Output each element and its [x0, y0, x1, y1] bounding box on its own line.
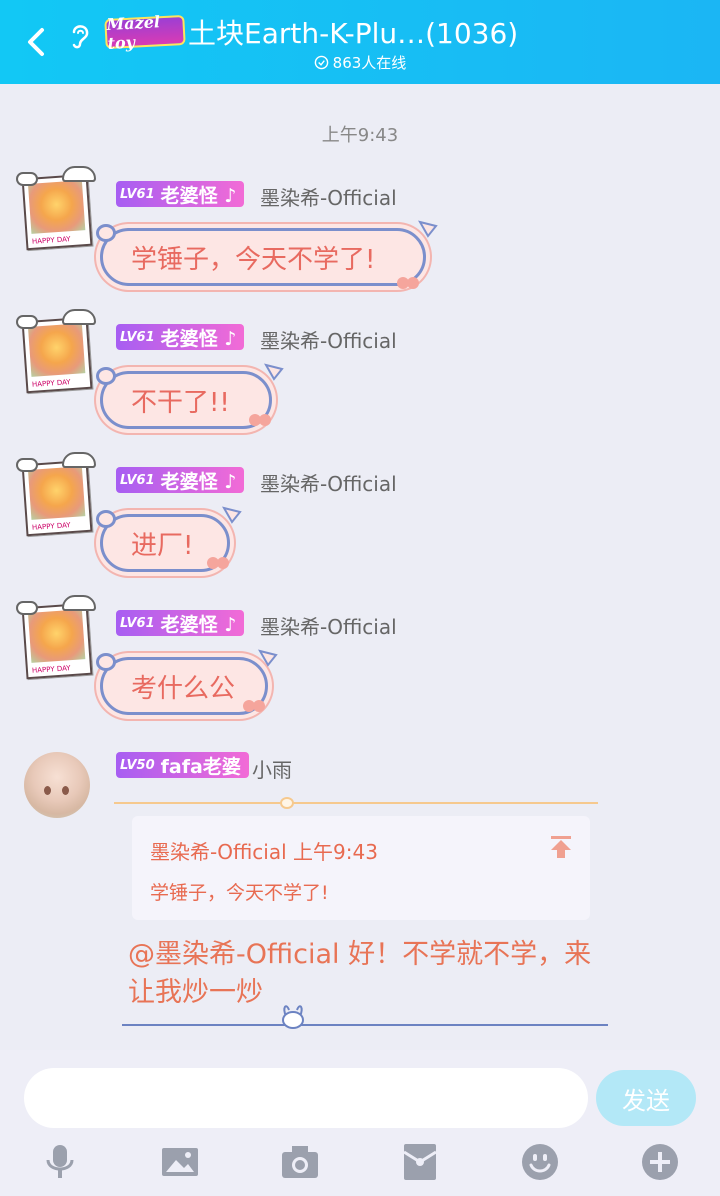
bubble-bottom-border	[122, 1024, 608, 1026]
bow-decoration	[418, 220, 438, 238]
bow-decoration	[258, 649, 278, 667]
sender-name[interactable]: 墨染希-Official	[260, 611, 397, 640]
cherry-decoration	[249, 414, 271, 426]
bow-decoration	[96, 653, 116, 671]
chat-header: Mazel toy 土块Earth-K-Plu…(1036) 863人在线	[0, 0, 720, 84]
sender-avatar[interactable]: HAPPY DAY	[16, 452, 98, 538]
quoted-text: 学锤子，今天不学了!	[150, 882, 329, 904]
sender-name[interactable]: 小雨	[252, 754, 292, 783]
bow-decoration	[264, 363, 284, 381]
bow-decoration	[96, 224, 116, 242]
cherry-decoration	[243, 700, 265, 712]
jump-to-original-icon[interactable]	[548, 834, 574, 860]
bow-decoration	[222, 506, 242, 524]
bow-decoration	[96, 367, 116, 385]
image-button[interactable]	[160, 1142, 200, 1182]
badge-level: LV61	[120, 615, 155, 631]
badge-level: LV50	[120, 757, 155, 773]
quoted-sender-time: 墨染希-Official 上午9:43	[150, 840, 378, 864]
bubble-ornament	[280, 797, 294, 809]
online-count: 863人在线	[0, 52, 720, 73]
badge-level: LV61	[120, 329, 155, 345]
badge-level: LV61	[120, 472, 155, 488]
check-circle-icon	[314, 55, 328, 70]
message-text: 学锤子，今天不学了!	[131, 244, 376, 275]
message-text: 考什么公	[131, 673, 236, 704]
bow-decoration	[96, 510, 116, 528]
message-bubble[interactable]: 学锤子，今天不学了!	[100, 228, 426, 286]
member-badge: LV61 老婆怪 ♪	[116, 467, 245, 493]
badge-title: 老婆怪 ♪	[160, 327, 237, 350]
message-timestamp: 上午9:43	[321, 125, 399, 146]
sender-avatar[interactable]: HAPPY DAY	[16, 309, 98, 395]
member-badge: LV61 老婆怪 ♪	[116, 324, 245, 350]
red-packet-icon	[403, 1144, 437, 1180]
plus-icon	[642, 1144, 678, 1180]
member-badge: LV61 老婆怪 ♪	[116, 610, 245, 636]
badge-title: fafa老婆	[160, 755, 241, 778]
microphone-button[interactable]	[40, 1142, 80, 1182]
cherry-decoration	[397, 277, 419, 289]
image-icon	[162, 1148, 198, 1176]
send-button[interactable]: 发送	[596, 1070, 696, 1126]
emoji-button[interactable]	[520, 1142, 560, 1182]
message-text: 不干了!!	[131, 387, 230, 418]
more-button[interactable]	[640, 1142, 680, 1182]
sender-name[interactable]: 墨染希-Official	[260, 325, 397, 354]
badge-level: LV61	[120, 186, 155, 202]
badge-title: 老婆怪 ♪	[160, 184, 237, 207]
online-count-text: 863人在线	[332, 54, 407, 72]
input-area: 发送	[0, 1050, 720, 1196]
badge-title: 老婆怪 ♪	[160, 613, 237, 636]
badge-title: 老婆怪 ♪	[160, 470, 237, 493]
member-badge: LV50 fafa老婆	[116, 752, 249, 778]
reply-message-text[interactable]: @墨染希-Official 好！不学就不学，来让我炒一炒	[128, 936, 598, 1012]
microphone-icon	[46, 1145, 74, 1178]
message-bubble[interactable]: 不干了!!	[100, 371, 272, 429]
emoji-icon	[522, 1144, 558, 1180]
sender-avatar[interactable]	[24, 752, 90, 818]
camera-button[interactable]	[280, 1142, 320, 1182]
cherry-decoration	[207, 557, 229, 569]
message-text: 进厂!	[131, 530, 194, 561]
sender-name[interactable]: 墨染希-Official	[260, 182, 397, 211]
group-logo: Mazel toy	[104, 12, 186, 53]
sender-name[interactable]: 墨染希-Official	[260, 468, 397, 497]
chat-title[interactable]: 土块Earth-K-Plu…(1036)	[188, 12, 518, 52]
input-toolbar	[0, 1142, 720, 1182]
sender-avatar[interactable]: HAPPY DAY	[16, 166, 98, 252]
bunny-decoration	[282, 1005, 304, 1029]
sender-avatar[interactable]: HAPPY DAY	[16, 595, 98, 681]
red-packet-button[interactable]	[400, 1142, 440, 1182]
quoted-message[interactable]: 墨染希-Official 上午9:43 学锤子，今天不学了!	[132, 816, 590, 920]
message-input[interactable]	[24, 1068, 588, 1128]
camera-icon	[282, 1146, 318, 1178]
ear-icon[interactable]	[66, 20, 94, 50]
bubble-top-border	[114, 802, 598, 804]
member-badge: LV61 老婆怪 ♪	[116, 181, 245, 207]
